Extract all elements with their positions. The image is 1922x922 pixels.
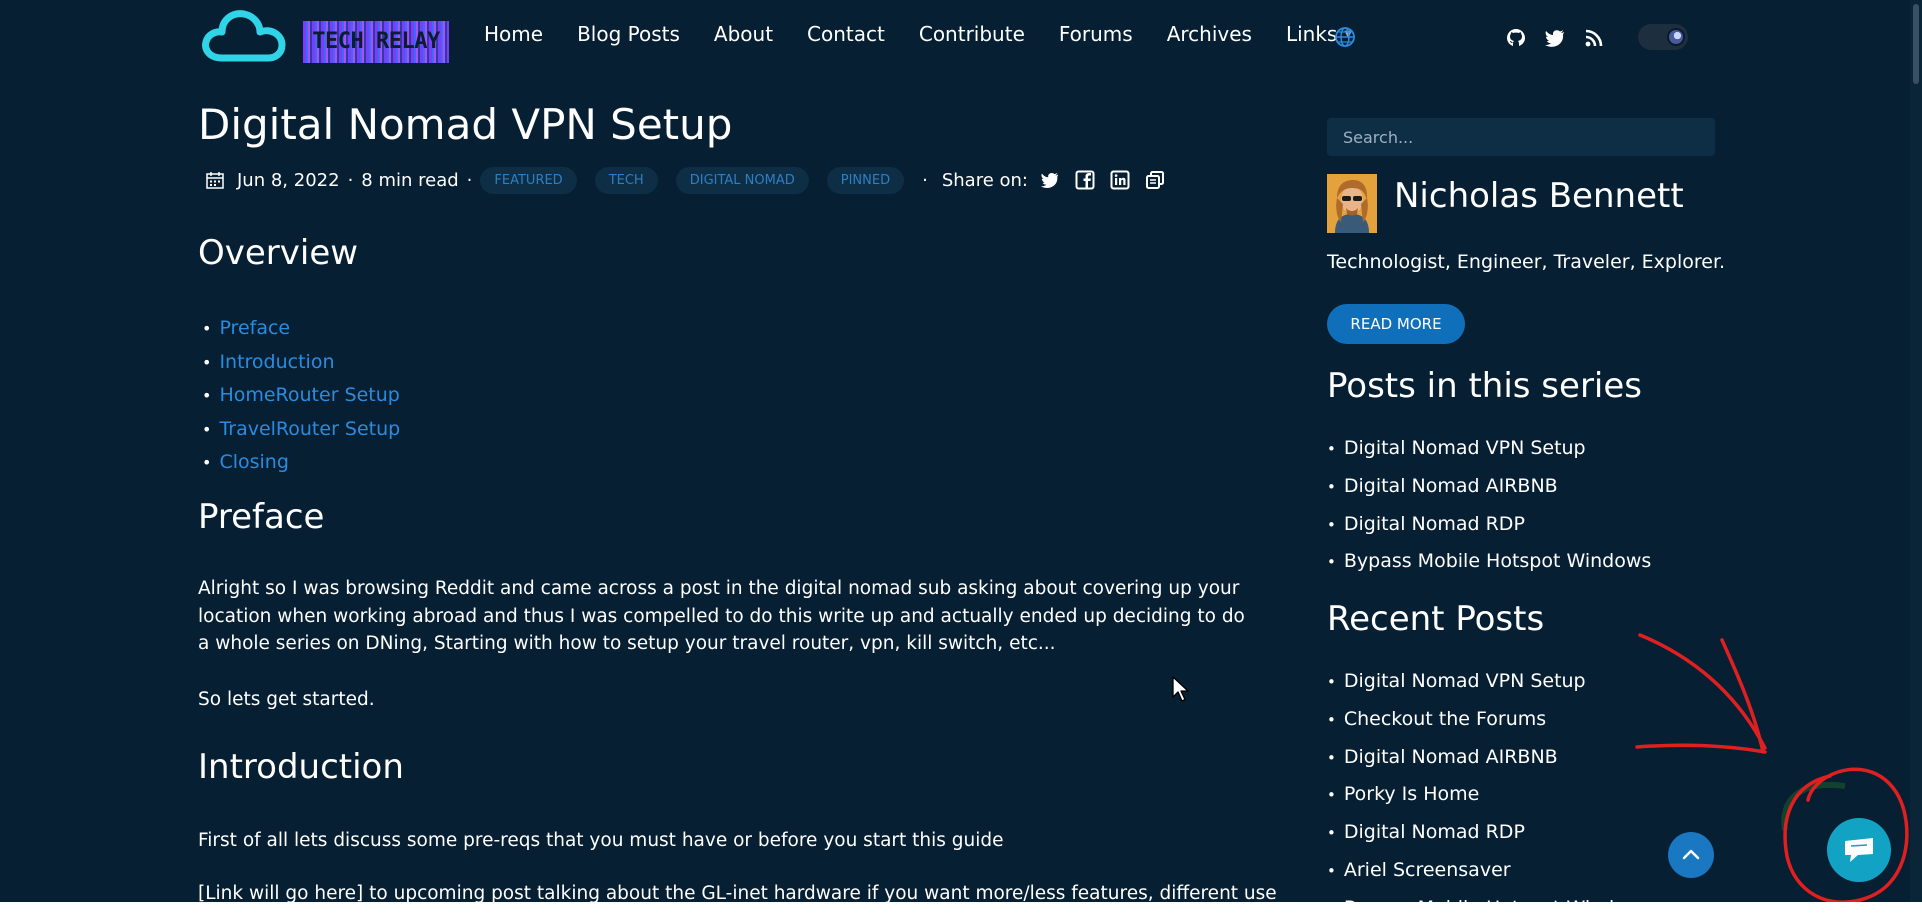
calendar-icon <box>206 172 224 189</box>
toc-link-preface[interactable]: Preface <box>202 312 400 346</box>
recent-post-item[interactable]: Checkout the Forums <box>1327 701 1651 739</box>
nav-home[interactable]: Home <box>484 22 543 46</box>
preface-paragraph: Alright so I was browsing Reddit and cam… <box>198 578 1245 654</box>
post-meta: Jun 8, 2022 · 8 min read · FEATURED TECH… <box>205 166 1180 194</box>
tag-pinned[interactable]: PINNED <box>826 166 905 194</box>
series-item[interactable]: Digital Nomad VPN Setup <box>1327 430 1651 468</box>
recent-post-item[interactable]: Bypass Mobile Hotspot Windows <box>1327 890 1651 902</box>
author-tagline: Technologist, Engineer, Traveler, Explor… <box>1327 251 1726 273</box>
series-list: Digital Nomad VPN Setup Digital Nomad AI… <box>1327 430 1651 581</box>
main-nav: Home Blog Posts About Contact Contribute… <box>484 22 1386 46</box>
nav-contact[interactable]: Contact <box>807 22 885 46</box>
tag-featured[interactable]: FEATURED <box>480 166 577 194</box>
recent-post-item[interactable]: Porky Is Home <box>1327 776 1651 814</box>
scroll-to-top-button[interactable] <box>1668 832 1714 878</box>
tag-digital-nomad[interactable]: DIGITAL NOMAD <box>675 166 809 194</box>
globe-icon[interactable] <box>1334 26 1356 48</box>
recent-post-item[interactable]: Digital Nomad AIRBNB <box>1327 739 1651 777</box>
meta-separator: · <box>922 169 928 191</box>
intro-paragraph: First of all lets discuss some pre-reqs … <box>198 830 1004 851</box>
moon-icon <box>1667 28 1685 46</box>
recent-post-item[interactable]: Ariel Screensaver <box>1327 852 1651 890</box>
nav-forums[interactable]: Forums <box>1059 22 1133 46</box>
twitter-icon[interactable] <box>1544 27 1566 49</box>
overview-heading: Overview <box>198 233 359 273</box>
copy-link-icon[interactable] <box>1145 170 1165 190</box>
author-avatar[interactable] <box>1327 174 1377 233</box>
preface-heading: Preface <box>198 497 325 537</box>
meta-separator: · <box>466 169 473 191</box>
tag-tech[interactable]: TECH <box>594 166 658 194</box>
table-of-contents: Preface Introduction HomeRouter Setup Tr… <box>202 312 400 480</box>
scrollbar-thumb[interactable] <box>1913 4 1919 84</box>
post-date: Jun 8, 2022 <box>237 169 340 191</box>
mouse-cursor-icon <box>1172 676 1189 702</box>
post-title: Digital Nomad VPN Setup <box>198 100 733 149</box>
series-heading: Posts in this series <box>1327 366 1642 406</box>
page-scrollbar[interactable] <box>1910 0 1922 902</box>
introduction-heading: Introduction <box>198 747 404 787</box>
author-name: Nicholas Bennett <box>1394 176 1684 216</box>
intro-paragraph-2: [Link will go here] to upcoming post tal… <box>198 883 1277 902</box>
site-header: TECH RELAY Home Blog Posts About Contact… <box>0 0 1910 76</box>
cloud-logo-icon[interactable] <box>200 8 288 64</box>
recent-posts-list: Digital Nomad VPN Setup Checkout the For… <box>1327 663 1651 902</box>
nav-blog-posts[interactable]: Blog Posts <box>577 22 680 46</box>
share-label: Share on: <box>941 169 1028 191</box>
chat-widget-button[interactable] <box>1827 818 1891 882</box>
recent-post-item[interactable]: Digital Nomad RDP <box>1327 814 1651 852</box>
post-read-time: 8 min read <box>361 169 459 191</box>
series-item[interactable]: Digital Nomad AIRBNB <box>1327 468 1651 506</box>
read-more-button[interactable]: READ MORE <box>1327 304 1465 344</box>
toc-link-travelrouter-setup[interactable]: TravelRouter Setup <box>202 413 400 447</box>
github-icon[interactable] <box>1505 27 1527 49</box>
rss-icon[interactable] <box>1583 27 1605 49</box>
meta-separator: · <box>347 169 354 191</box>
share-facebook-icon[interactable] <box>1075 170 1095 190</box>
page-viewport: TECH RELAY Home Blog Posts About Contact… <box>0 0 1910 902</box>
toc-link-introduction[interactable]: Introduction <box>202 346 400 380</box>
toc-link-closing[interactable]: Closing <box>202 446 400 480</box>
window-bottom-edge <box>0 902 1922 922</box>
toc-link-homerouter-setup[interactable]: HomeRouter Setup <box>202 379 400 413</box>
share-linkedin-icon[interactable] <box>1110 170 1130 190</box>
series-item[interactable]: Digital Nomad RDP <box>1327 506 1651 544</box>
nav-links-label: Links <box>1285 22 1338 46</box>
nav-contribute[interactable]: Contribute <box>919 22 1025 46</box>
chat-bubble-icon <box>1845 838 1873 862</box>
nav-archives[interactable]: Archives <box>1167 22 1252 46</box>
recent-post-item[interactable]: Digital Nomad VPN Setup <box>1327 663 1651 701</box>
series-item[interactable]: Bypass Mobile Hotspot Windows <box>1327 543 1651 581</box>
search-input[interactable] <box>1327 118 1715 156</box>
preface-paragraph-2: So lets get started. <box>198 689 375 710</box>
theme-toggle[interactable] <box>1638 24 1688 50</box>
nav-about[interactable]: About <box>714 22 773 46</box>
recent-posts-heading: Recent Posts <box>1327 599 1545 639</box>
site-logo-text[interactable]: TECH RELAY <box>303 21 449 63</box>
chevron-up-icon <box>1682 849 1700 860</box>
share-twitter-icon[interactable] <box>1040 170 1060 190</box>
